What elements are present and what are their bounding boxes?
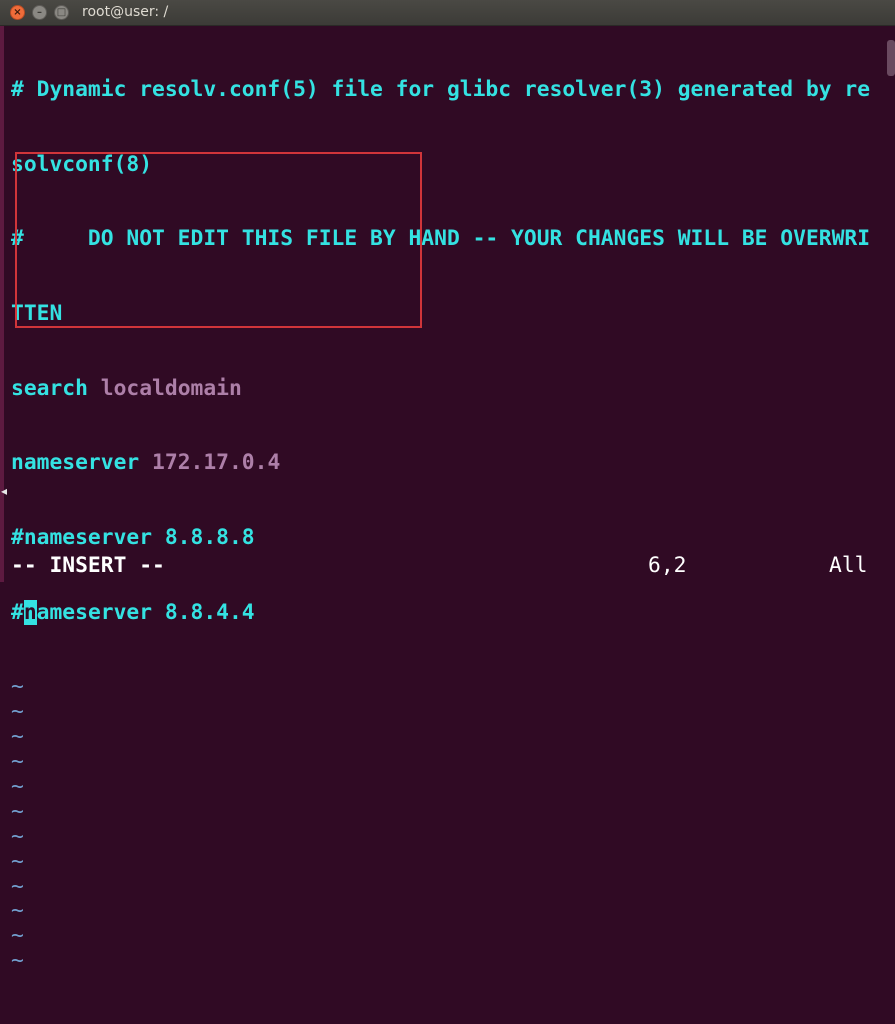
terminal-window: × – □ root@user: / ◂ # Dynamic resolv.co… <box>0 0 895 973</box>
empty-line-tilde: ~ <box>11 873 24 899</box>
empty-line-tilde: ~ <box>11 948 24 974</box>
comment-line: # Dynamic resolv.conf(5) file for glibc … <box>11 76 871 102</box>
cursor-line: #nameserver 8.8.4.4 <box>11 599 885 626</box>
empty-line-tilde: ~ <box>11 749 24 775</box>
directive-value: 172.17.0.4 <box>152 450 281 476</box>
cursor-position: 6,2 <box>648 553 687 578</box>
empty-line-tilde: ~ <box>11 674 24 700</box>
close-icon[interactable]: × <box>10 5 25 20</box>
empty-line-tilde: ~ <box>11 699 24 725</box>
empty-line-tilde: ~ <box>11 724 24 750</box>
maximize-icon[interactable]: □ <box>54 5 69 20</box>
empty-line-tilde: ~ <box>11 823 24 849</box>
empty-line-tilde: ~ <box>11 774 24 799</box>
directive-keyword: search <box>11 375 88 401</box>
directive-keyword: nameserver <box>11 450 140 476</box>
text-cursor: n <box>23 599 37 625</box>
empty-line-tilde: ~ <box>11 798 24 824</box>
directive-value: localdomain <box>100 375 242 401</box>
empty-line-markers: ~ ~ ~ ~ ~ ~ ~ ~ ~ ~ ~ ~ <box>11 675 885 974</box>
minimize-icon[interactable]: – <box>32 5 47 20</box>
scroll-indicator: All <box>829 553 868 578</box>
cursor-line-after: ameserver 8.8.4.4 <box>36 599 255 625</box>
empty-line-tilde: ~ <box>11 898 24 924</box>
empty-line-tilde: ~ <box>11 848 24 874</box>
highlight-box <box>15 152 422 328</box>
cursor-line-before: # <box>11 599 24 625</box>
nameserver-directive-line: nameserver 172.17.0.4 <box>11 450 885 476</box>
search-directive-line: search localdomain <box>11 375 885 402</box>
launcher-edge[interactable] <box>0 26 4 582</box>
mode-indicator: -- INSERT -- <box>11 553 165 578</box>
scrollbar-thumb[interactable] <box>887 40 895 76</box>
launcher-arrow-icon: ◂ <box>1 484 8 498</box>
window-title: root@user: / <box>82 4 169 20</box>
comment-line: #nameserver 8.8.8.8 <box>11 525 255 551</box>
empty-line-tilde: ~ <box>11 923 24 949</box>
title-bar[interactable]: × – □ root@user: / <box>0 0 895 26</box>
